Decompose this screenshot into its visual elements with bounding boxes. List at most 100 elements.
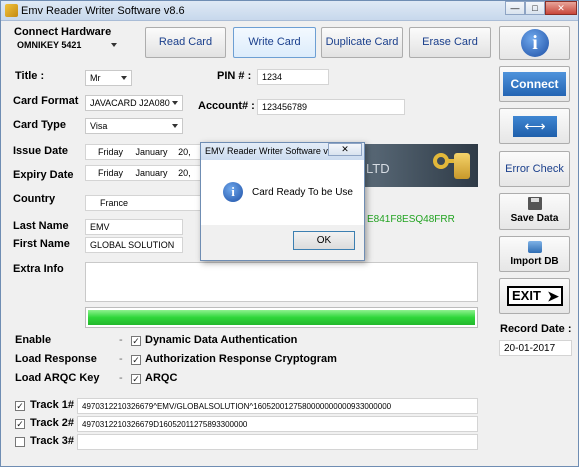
first-name-label: First Name bbox=[13, 238, 70, 250]
arrow-right-icon: ➤ bbox=[547, 288, 559, 304]
progress-fill bbox=[88, 310, 475, 325]
first-name-value: GLOBAL SOLUTION bbox=[90, 240, 175, 250]
write-card-label: Write Card bbox=[248, 36, 301, 48]
card-format-value: JAVACARD J2A080 bbox=[90, 98, 170, 108]
duplicate-card-button[interactable]: Duplicate Card bbox=[321, 27, 403, 58]
extra-info-label: Extra Info bbox=[13, 263, 64, 275]
track1-field[interactable]: 4970312210326679^EMV/GLOBALSOLUTION^1605… bbox=[77, 398, 478, 414]
last-name-field[interactable]: EMV bbox=[85, 219, 183, 235]
dda-label: Dynamic Data Authentication bbox=[145, 334, 298, 346]
reader-select[interactable]: OMNIKEY 5421 bbox=[13, 38, 121, 54]
track2-label: Track 2# bbox=[30, 417, 75, 429]
connect-label: Connect bbox=[510, 77, 559, 91]
database-icon bbox=[528, 241, 542, 253]
dda-checkbox[interactable]: ✓ bbox=[131, 336, 141, 346]
issue-day: Friday bbox=[98, 147, 124, 157]
extra-info-textarea[interactable] bbox=[85, 262, 478, 302]
progress-bar bbox=[85, 307, 478, 328]
info-icon: i bbox=[521, 29, 549, 57]
error-check-label: Error Check bbox=[505, 163, 564, 175]
minimize-button[interactable]: — bbox=[505, 1, 525, 15]
connect-button[interactable]: Connect bbox=[499, 66, 570, 102]
pin-field[interactable]: 1234 bbox=[257, 69, 329, 85]
import-db-button[interactable]: Import DB bbox=[499, 236, 570, 272]
dialog-body: i Card Ready To be Use bbox=[201, 160, 364, 225]
account-label: Account# : bbox=[198, 100, 255, 112]
key-chip-icon bbox=[431, 147, 471, 184]
exit-button[interactable]: EXIT ➤ bbox=[499, 278, 570, 314]
erase-card-button[interactable]: Erase Card bbox=[409, 27, 491, 58]
dialog-ok-button[interactable]: OK bbox=[293, 231, 355, 250]
read-card-button[interactable]: Read Card bbox=[145, 27, 226, 58]
expiry-date-label: Expiry Date bbox=[13, 169, 74, 181]
read-card-label: Read Card bbox=[158, 36, 213, 48]
card-format-select[interactable]: JAVACARD J2A080 bbox=[85, 95, 183, 111]
dialog-ok-label: OK bbox=[316, 235, 332, 246]
load-arqc-dash: - bbox=[119, 372, 123, 384]
dialog-close-button[interactable]: ✕ bbox=[328, 143, 362, 156]
arc-label: Authorization Response Cryptogram bbox=[145, 353, 337, 365]
card-format-label: Card Format bbox=[13, 95, 79, 107]
record-date-field[interactable]: 20-01-2017 bbox=[499, 340, 572, 356]
issue-date-picker[interactable]: Friday January 20, bbox=[85, 144, 201, 160]
usb-button[interactable]: ⟷ bbox=[499, 108, 570, 144]
dialog-message: Card Ready To be Use bbox=[252, 187, 353, 198]
banner-image: LTD bbox=[363, 144, 478, 187]
maximize-button[interactable]: □ bbox=[525, 1, 545, 15]
floppy-icon bbox=[528, 197, 542, 210]
erase-card-label: Erase Card bbox=[422, 36, 478, 48]
info-icon: i bbox=[223, 182, 243, 202]
track1-checkbox[interactable]: ✓ bbox=[15, 401, 25, 411]
usb-icon: ⟷ bbox=[513, 116, 557, 137]
card-type-label: Card Type bbox=[13, 119, 66, 131]
message-dialog: EMV Reader Writer Software v... ✕ i Card… bbox=[200, 142, 365, 261]
connect-hardware-label: Connect Hardware bbox=[14, 26, 112, 38]
track2-field[interactable]: 4970312210326679D16052011275893300000 bbox=[77, 416, 478, 432]
chevron-down-icon bbox=[121, 76, 127, 80]
app-icon bbox=[5, 4, 18, 17]
exit-label: EXIT bbox=[512, 288, 541, 303]
track2-checkbox[interactable]: ✓ bbox=[15, 419, 25, 429]
title-select[interactable]: Mr bbox=[85, 70, 132, 86]
connect-button-face: Connect bbox=[503, 72, 566, 96]
pin-label: PIN # : bbox=[217, 70, 252, 82]
arc-checkbox[interactable]: ✓ bbox=[131, 355, 141, 365]
track2-value: 4970312210326679D16052011275893300000 bbox=[82, 420, 248, 429]
record-date-value: 20-01-2017 bbox=[504, 343, 556, 354]
card-type-value: Visa bbox=[90, 121, 108, 131]
save-data-label: Save Data bbox=[510, 213, 559, 224]
enable-dash: - bbox=[119, 334, 123, 346]
enable-label: Enable bbox=[15, 334, 52, 346]
info-button[interactable]: i bbox=[499, 26, 570, 60]
error-check-button[interactable]: Error Check bbox=[499, 151, 570, 187]
track3-field[interactable] bbox=[77, 434, 478, 450]
title-value: Mr bbox=[90, 73, 101, 83]
write-card-button[interactable]: Write Card bbox=[233, 27, 316, 58]
expiry-day: Friday bbox=[98, 168, 124, 178]
reader-select-value: OMNIKEY 5421 bbox=[17, 40, 82, 50]
dialog-title: EMV Reader Writer Software v... bbox=[205, 146, 335, 156]
pin-value: 1234 bbox=[262, 72, 283, 82]
import-db-label: Import DB bbox=[510, 256, 559, 267]
save-data-button[interactable]: Save Data bbox=[499, 193, 570, 230]
duplicate-card-label: Duplicate Card bbox=[325, 36, 399, 48]
first-name-field[interactable]: GLOBAL SOLUTION bbox=[85, 237, 183, 253]
card-type-select[interactable]: Visa bbox=[85, 118, 183, 134]
close-button[interactable]: ✕ bbox=[545, 1, 577, 15]
expiry-date-picker[interactable]: Friday January 20, bbox=[85, 165, 201, 181]
track3-label: Track 3# bbox=[30, 435, 75, 447]
chevron-down-icon bbox=[111, 43, 117, 47]
load-arqc-label: Load ARQC Key bbox=[15, 372, 100, 384]
arqc-checkbox[interactable]: ✓ bbox=[131, 374, 141, 384]
account-field[interactable]: 123456789 bbox=[257, 99, 405, 115]
expiry-month: January bbox=[135, 168, 168, 178]
track3-checkbox[interactable] bbox=[15, 437, 25, 447]
issue-date-label: Issue Date bbox=[13, 145, 69, 157]
title-bar: Emv Reader Writer Software v8.6 — □ ✕ bbox=[1, 1, 578, 21]
record-date-label: Record Date : bbox=[500, 323, 572, 335]
banner-text: LTD bbox=[366, 161, 390, 176]
chevron-down-icon bbox=[172, 124, 178, 128]
country-field[interactable]: France bbox=[85, 195, 201, 211]
card-code-text: E841F8ESQ48FRR bbox=[367, 214, 455, 225]
track1-value: 4970312210326679^EMV/GLOBALSOLUTION^1605… bbox=[82, 402, 392, 411]
